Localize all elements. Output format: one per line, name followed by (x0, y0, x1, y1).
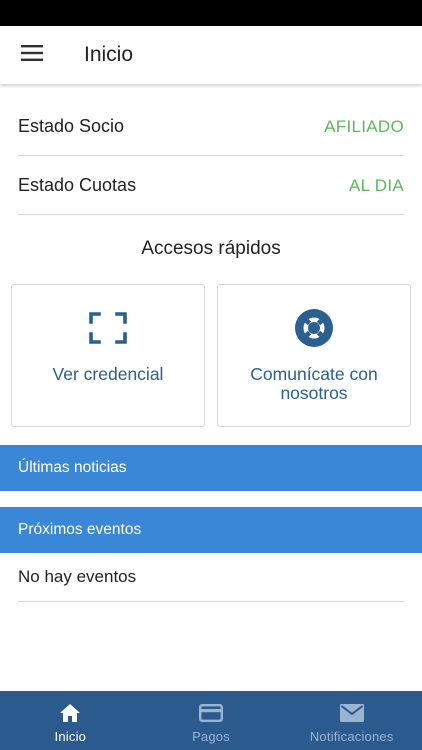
bottom-tab-bar: Inicio Pagos Notificaciones (0, 691, 422, 750)
tab-inicio-label: Inicio (54, 729, 87, 744)
status-row-socio: Estado Socio AFILIADO (18, 98, 404, 156)
home-icon (60, 703, 81, 723)
system-status-bar (0, 0, 422, 26)
contact-us-label: Comunícate con nosotros (250, 364, 378, 403)
upcoming-events-header[interactable]: Próximos eventos (0, 507, 422, 553)
quick-access-title: Accesos rápidos (141, 238, 281, 259)
tab-pagos-label: Pagos (192, 729, 230, 744)
status-socio-value: AFILIADO (324, 116, 404, 136)
tab-inicio[interactable]: Inicio (0, 691, 141, 750)
scan-frame-icon (89, 309, 127, 347)
view-credential-label: Ver credencial (52, 364, 164, 384)
tab-notificaciones[interactable]: Notificaciones (281, 691, 422, 750)
menu-button[interactable] (0, 26, 64, 84)
app-bar: Inicio (0, 26, 422, 84)
credit-card-icon (199, 703, 223, 723)
latest-news-header[interactable]: Últimas noticias (0, 445, 422, 491)
tab-pagos[interactable]: Pagos (141, 691, 282, 750)
contact-us-card[interactable]: Comunícate con nosotros (217, 284, 411, 427)
view-credential-card[interactable]: Ver credencial (11, 284, 205, 427)
tab-notificaciones-label: Notificaciones (309, 729, 394, 744)
status-row-cuotas: Estado Cuotas AL DIA (18, 157, 404, 215)
status-cuotas-value: AL DIA (348, 175, 404, 195)
envelope-icon (339, 703, 364, 723)
hamburger-menu-icon (21, 44, 43, 66)
lifebuoy-icon (295, 309, 333, 347)
page-title: Inicio (84, 43, 134, 66)
events-empty-state: No hay eventos (18, 553, 404, 602)
status-socio-label: Estado Socio (18, 116, 125, 136)
status-cuotas-label: Estado Cuotas (18, 175, 137, 195)
